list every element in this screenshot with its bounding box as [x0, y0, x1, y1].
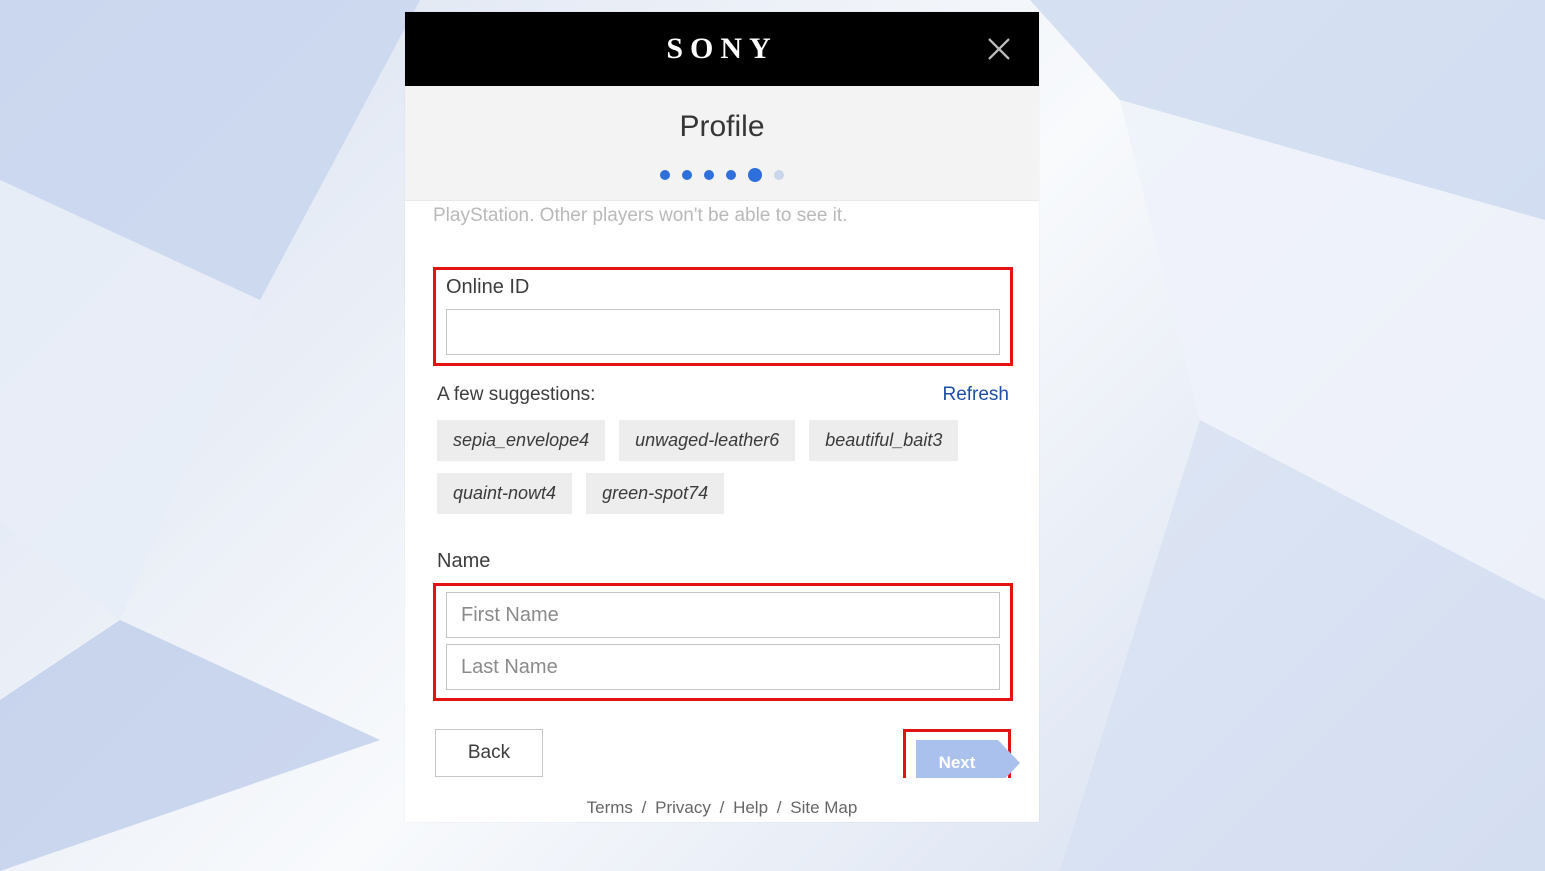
progress-dot — [660, 170, 670, 180]
suggestion-chips: sepia_envelope4 unwaged-leather6 beautif… — [437, 420, 1009, 514]
page-title: Profile — [405, 110, 1039, 144]
refresh-link[interactable]: Refresh — [942, 384, 1009, 406]
footer-link-privacy[interactable]: Privacy — [655, 798, 711, 817]
signup-dialog: SONY Profile PlayStation. Other players … — [405, 12, 1039, 822]
dialog-subheader: Profile — [405, 86, 1039, 201]
next-button-highlight: Next — [903, 729, 1011, 778]
suggestion-chip[interactable]: green-spot74 — [586, 473, 724, 514]
footer-link-help[interactable]: Help — [733, 798, 768, 817]
sony-logo: SONY — [666, 32, 777, 66]
online-id-highlight: Online ID — [433, 267, 1013, 366]
last-name-input[interactable] — [446, 644, 1000, 690]
close-icon[interactable] — [985, 35, 1013, 63]
suggestion-chip[interactable]: sepia_envelope4 — [437, 420, 605, 461]
progress-dot-active — [748, 168, 762, 182]
back-button[interactable]: Back — [435, 729, 543, 777]
info-text-truncated: PlayStation. Other players won't be able… — [433, 201, 1013, 227]
progress-dot — [726, 170, 736, 180]
progress-dot — [774, 170, 784, 180]
dialog-header: SONY — [405, 12, 1039, 86]
suggestion-chip[interactable]: quaint-nowt4 — [437, 473, 572, 514]
suggestion-chip[interactable]: unwaged-leather6 — [619, 420, 795, 461]
online-id-label: Online ID — [446, 276, 1000, 299]
separator: / — [777, 798, 782, 817]
online-id-input[interactable] — [446, 309, 1000, 355]
progress-dot — [704, 170, 714, 180]
first-name-input[interactable] — [446, 592, 1000, 638]
next-button[interactable]: Next — [916, 740, 998, 778]
dialog-body[interactable]: PlayStation. Other players won't be able… — [405, 201, 1039, 778]
footer-link-sitemap[interactable]: Site Map — [790, 798, 857, 817]
suggestions-label: A few suggestions: — [437, 384, 595, 406]
suggestion-chip[interactable]: beautiful_bait3 — [809, 420, 958, 461]
footer-links: Terms / Privacy / Help / Site Map — [405, 778, 1039, 822]
progress-dots — [405, 170, 1039, 182]
progress-dot — [682, 170, 692, 180]
separator: / — [642, 798, 647, 817]
name-label: Name — [437, 550, 1013, 573]
next-button-label: Next — [939, 753, 976, 773]
name-highlight — [433, 583, 1013, 701]
footer-link-terms[interactable]: Terms — [587, 798, 633, 817]
separator: / — [720, 798, 725, 817]
